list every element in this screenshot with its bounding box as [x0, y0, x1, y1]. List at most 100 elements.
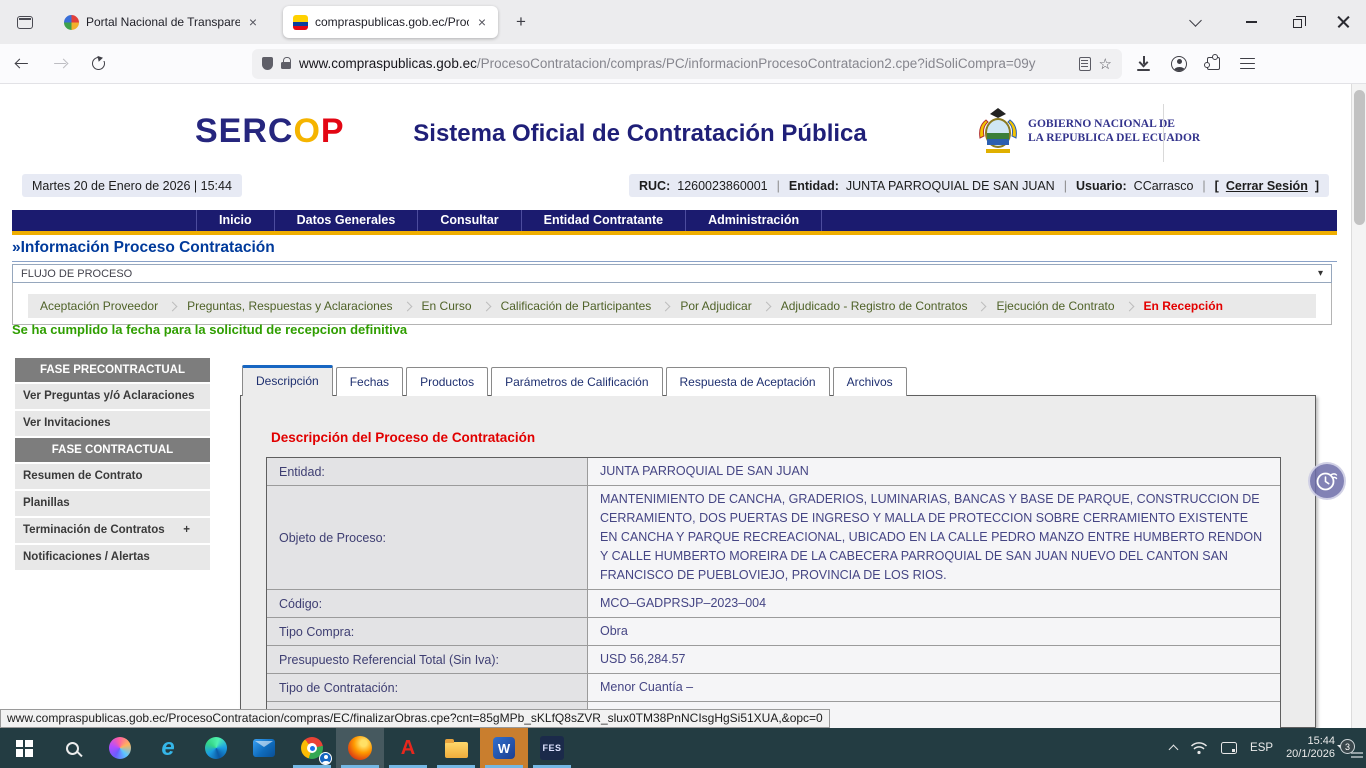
downloads-icon[interactable] — [1136, 56, 1151, 71]
row-value: Obra — [587, 618, 1280, 645]
list-all-tabs-chevron-icon[interactable] — [1189, 14, 1202, 27]
url-text: www.compraspublicas.gob.ec/ProcesoContra… — [299, 56, 1071, 71]
menu-hamburger-icon[interactable] — [1240, 58, 1255, 70]
forward-button[interactable] — [44, 50, 76, 78]
language-indicator[interactable]: ESP — [1250, 742, 1273, 754]
reader-mode-icon[interactable] — [1079, 57, 1091, 71]
taskbar-copilot-button[interactable] — [96, 728, 144, 768]
ruc-label: RUC: — [639, 179, 670, 193]
browser-tab-bar: Portal Nacional de Transparenci × compra… — [0, 0, 1366, 44]
taskbar-acrobat-button[interactable]: A — [384, 728, 432, 768]
chrome-profile-badge-icon — [319, 752, 332, 765]
sidebar-item-ver-preguntas[interactable]: Ver Preguntas y/ó Aclaraciones — [15, 384, 210, 409]
notification-count-badge: 3 — [1340, 739, 1355, 754]
flow-stage-en-curso[interactable]: En Curso — [422, 299, 472, 313]
flow-stage-ejecucion[interactable]: Ejecución de Contrato — [996, 299, 1114, 313]
close-icon — [1337, 16, 1350, 29]
page-content: SERCOP Sistema Oficial de Contratación P… — [0, 84, 1366, 728]
sidebar-item-ver-invitaciones[interactable]: Ver Invitaciones — [15, 411, 210, 436]
sidebar-item-label: Ver Invitaciones — [23, 411, 111, 436]
datetime-text: Martes 20 de Enero de 2026 | 15:44 — [32, 179, 232, 193]
tab-fechas[interactable]: Fechas — [336, 367, 403, 396]
url-path: /ProcesoContratacion/compras/PC/informac… — [477, 56, 1036, 71]
tray-overflow-chevron-icon[interactable] — [1169, 745, 1179, 755]
sidebar-item-terminacion-contratos[interactable]: Terminación de Contratos+ — [15, 518, 210, 543]
account-icon[interactable] — [1171, 56, 1187, 72]
nav-item-entidad-contratante[interactable]: Entidad Contratante — [522, 210, 686, 231]
logout-link[interactable]: Cerrar Sesión — [1226, 179, 1308, 193]
taskbar-clock[interactable]: 15:44 20/1/2026 — [1286, 735, 1335, 761]
tab-close-icon[interactable]: × — [476, 14, 488, 30]
url-domain: www.compraspublicas.gob.ec — [299, 56, 477, 71]
taskbar-outlook-button[interactable] — [240, 728, 288, 768]
minimize-button[interactable] — [1228, 0, 1274, 44]
address-input[interactable]: www.compraspublicas.gob.ec/ProcesoContra… — [252, 49, 1122, 79]
nav-spacer — [12, 210, 197, 231]
close-window-button[interactable] — [1320, 0, 1366, 44]
nav-item-administracion[interactable]: Administración — [686, 210, 822, 231]
tab-close-icon[interactable]: × — [247, 14, 259, 30]
session-timer-widget[interactable] — [1308, 462, 1346, 500]
sidebar-header-precontractual: FASE PRECONTRACTUAL — [15, 358, 210, 382]
flow-stage-aceptacion-proveedor[interactable]: Aceptación Proveedor — [40, 299, 158, 313]
taskbar-search-button[interactable] — [48, 728, 96, 768]
user-label: Usuario: — [1076, 179, 1127, 193]
taskbar-edge-button[interactable] — [192, 728, 240, 768]
wifi-icon[interactable] — [1190, 741, 1208, 755]
page-scrollbar[interactable] — [1351, 84, 1366, 728]
main-nav: Inicio Datos Generales Consultar Entidad… — [12, 210, 1337, 231]
tab-archivos[interactable]: Archivos — [833, 367, 907, 396]
reload-button[interactable] — [82, 50, 114, 78]
nav-item-inicio[interactable]: Inicio — [197, 210, 275, 231]
taskbar-internet-explorer-button[interactable]: e — [144, 728, 192, 768]
flow-stage-adjudicado[interactable]: Adjudicado - Registro de Contratos — [781, 299, 968, 313]
start-button[interactable] — [0, 728, 48, 768]
sidebar-item-planillas[interactable]: Planillas — [15, 491, 210, 516]
tab-respuesta[interactable]: Respuesta de Aceptación — [666, 367, 830, 396]
chevron-separator-icon — [481, 301, 491, 311]
plus-expand-icon[interactable]: + — [183, 518, 190, 543]
taskbar-file-explorer-button[interactable] — [432, 728, 480, 768]
flow-stage-preguntas[interactable]: Preguntas, Respuestas y Aclaraciones — [187, 299, 392, 313]
ecuador-flag-favicon-icon — [293, 15, 308, 30]
process-flow-container: Aceptación Proveedor Preguntas, Respuest… — [12, 283, 1332, 325]
flow-stage-por-adjudicar[interactable]: Por Adjudicar — [680, 299, 751, 313]
taskbar-chrome-button[interactable] — [288, 728, 336, 768]
chevron-separator-icon — [1124, 301, 1134, 311]
restore-button[interactable] — [1274, 0, 1320, 44]
nav-item-datos-generales[interactable]: Datos Generales — [275, 210, 419, 231]
back-button[interactable] — [6, 50, 38, 78]
touch-keyboard-icon[interactable] — [1221, 742, 1237, 754]
tab-descripcion[interactable]: Descripción — [242, 365, 333, 396]
main-content: Descripción Fechas Productos Parámetros … — [240, 365, 1318, 728]
separator: | — [1200, 179, 1207, 193]
portal-favicon-icon — [64, 15, 79, 30]
tab-productos[interactable]: Productos — [406, 367, 488, 396]
sidebar-item-resumen-contrato[interactable]: Resumen de Contrato — [15, 464, 210, 489]
browser-tab-portal[interactable]: Portal Nacional de Transparenci × — [54, 6, 269, 38]
flow-stage-calificacion[interactable]: Calificación de Participantes — [501, 299, 652, 313]
table-row: Tipo Compra:Obra — [267, 618, 1280, 646]
browser-tab-compraspublicas[interactable]: compraspublicas.gob.ec/Proces × — [283, 6, 498, 38]
nav-item-consultar[interactable]: Consultar — [418, 210, 521, 231]
tracking-shield-icon[interactable] — [262, 57, 273, 70]
reload-icon — [92, 57, 105, 70]
tab-parametros[interactable]: Parámetros de Calificación — [491, 367, 662, 396]
lock-icon[interactable] — [281, 62, 291, 69]
firefox-view-button[interactable] — [10, 9, 40, 35]
bookmark-star-icon[interactable]: ☆ — [1099, 55, 1112, 73]
sidebar-item-notificaciones[interactable]: Notificaciones / Alertas — [15, 545, 210, 570]
flow-process-select[interactable]: FLUJO DE PROCESO ▾ — [12, 264, 1332, 283]
word-icon: W — [493, 737, 515, 759]
new-tab-button[interactable]: + — [508, 10, 534, 34]
taskbar-firefox-button[interactable] — [336, 728, 384, 768]
scrollbar-thumb[interactable] — [1354, 90, 1365, 225]
row-label: Tipo de Contratación: — [267, 674, 587, 701]
row-label: Código: — [267, 590, 587, 617]
taskbar-word-button[interactable]: W — [480, 728, 528, 768]
extensions-icon[interactable] — [1207, 57, 1220, 70]
sidebar-header-contractual: FASE CONTRACTUAL — [15, 438, 210, 462]
taskbar-fes-button[interactable]: FES — [528, 728, 576, 768]
row-label: Presupuesto Referencial Total (Sin Iva): — [267, 646, 587, 673]
row-value: JUNTA PARROQUIAL DE SAN JUAN — [587, 458, 1280, 485]
